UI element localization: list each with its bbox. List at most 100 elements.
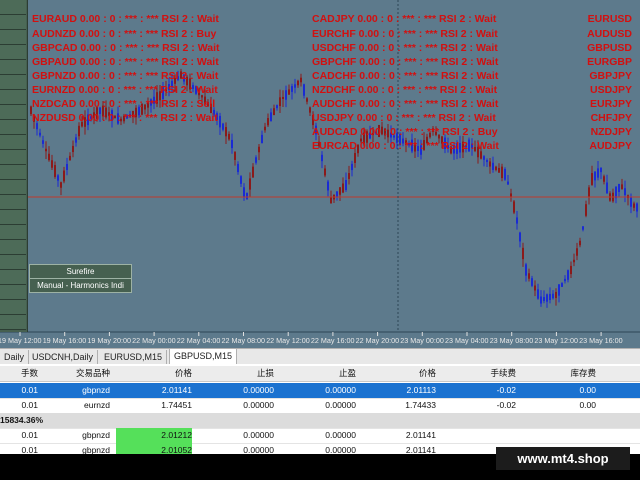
tab-daily[interactable]: Daily	[0, 350, 30, 364]
col-swap[interactable]: 库存费	[520, 366, 596, 381]
candle-body	[564, 278, 566, 282]
col-stoploss[interactable]: 止损	[196, 366, 274, 381]
rsi-signal-gbpjpy: GBPJPY	[589, 70, 632, 82]
price-chart[interactable]: 19 May 12:00 19 May 16:00 19 May 20:00 22 M…	[0, 0, 640, 348]
rsi-signal-eurgbp: EURGBP	[587, 56, 632, 68]
rsi-signal-eurusd: EURUSD	[587, 13, 632, 25]
time-axis-label: 23 May 12:00	[534, 336, 578, 345]
candle-body	[267, 118, 269, 126]
time-axis-label: 23 May 16:00	[579, 336, 623, 345]
rsi-signal-cadchf: CADCHF 0.00 : 0 : *** : *** RSI 2 : Wait	[312, 70, 499, 82]
candle-body	[567, 270, 569, 280]
panel-button[interactable]	[0, 30, 26, 45]
takeprofit-cell: 0.00000	[325, 385, 356, 395]
commission-cell: -0.02	[496, 385, 516, 395]
candle-body	[480, 151, 482, 159]
table-row[interactable]: 0.01 gbpnzd 2.01212 0.00000 0.00000 2.01…	[0, 428, 640, 444]
panel-button[interactable]	[0, 150, 26, 165]
candle-body	[513, 201, 515, 213]
balance-summary-row: 15834.36%	[0, 413, 640, 429]
candle-body	[573, 259, 575, 263]
col-symbol[interactable]: 交易品种	[40, 366, 110, 381]
summary-percent: 15834.36%	[0, 415, 44, 425]
panel-button[interactable]	[0, 120, 26, 135]
candle-body	[549, 293, 551, 301]
candle-body	[258, 146, 260, 153]
col-current-price[interactable]: 价格	[358, 366, 436, 381]
panel-button[interactable]	[0, 315, 26, 330]
rsi-signal-gbpusd: GBPUSD	[587, 42, 632, 54]
table-row[interactable]: 0.01 gbpnzd 2.01141 0.00000 0.00000 2.01…	[0, 383, 640, 399]
symbol-cell: eurnzd	[84, 400, 110, 410]
candle-body	[552, 293, 554, 299]
tab-eurusd-m15[interactable]: EURUSD,M15	[100, 350, 168, 364]
candle-body	[306, 98, 308, 102]
candle-body	[45, 148, 47, 152]
candle-body	[324, 168, 326, 176]
time-axis-label: 22 May 04:00	[177, 336, 221, 345]
candle-body	[60, 182, 62, 188]
panel-button[interactable]	[0, 195, 26, 210]
panel-button[interactable]	[0, 60, 26, 75]
col-takeprofit[interactable]: 止盈	[278, 366, 356, 381]
takeprofit-cell: 0.00000	[325, 430, 356, 440]
lots-cell: 0.01	[21, 385, 38, 395]
chart-tab-bar: Daily USDCNH,Daily EURUSD,M15 GBPUSD,M15	[0, 348, 640, 365]
panel-button[interactable]	[0, 90, 26, 105]
price-cell: 1.74451	[161, 400, 192, 410]
panel-button[interactable]	[0, 225, 26, 240]
panel-button[interactable]	[0, 45, 26, 60]
panel-button[interactable]	[0, 0, 26, 15]
rsi-signal-gbpcad: GBPCAD 0.00 : 0 : *** : *** RSI 2 : Wait	[32, 42, 220, 54]
rsi-signal-eurcad: EURCAD 0.00 : 0 : *** : *** RSI 2 : Wait	[312, 140, 499, 152]
col-price[interactable]: 价格	[112, 366, 192, 381]
rsi-signal-audchf: AUDCHF 0.00 : 0 : *** : *** RSI 2 : Wait	[312, 98, 499, 110]
col-commission[interactable]: 手续费	[440, 366, 516, 381]
panel-button[interactable]	[0, 75, 26, 90]
rsi-signal-eurchf: EURCHF 0.00 : 0 : *** : *** RSI 2 : Wait	[312, 28, 498, 40]
panel-button[interactable]	[0, 285, 26, 300]
time-axis-label: 23 May 04:00	[445, 336, 489, 345]
left-button-panel	[0, 0, 28, 332]
rsi-signal-gbpaud: GBPAUD 0.00 : 0 : *** : *** RSI 2 : Wait	[32, 56, 219, 68]
table-row[interactable]: 0.01 eurnzd 1.74451 0.00000 0.00000 1.74…	[0, 398, 640, 414]
panel-button[interactable]	[0, 165, 26, 180]
candle-body	[222, 123, 224, 130]
candle-body	[507, 181, 509, 185]
candle-body	[486, 159, 488, 163]
rsi-signal-usdjpy-right: USDJPY	[589, 84, 632, 96]
candle-body	[348, 173, 350, 179]
panel-button[interactable]	[0, 210, 26, 225]
trade-terminal: 手数 交易品种 价格 止损 止盈 价格 手续费 库存费 0.01 gbpnzd …	[0, 364, 640, 459]
harmonics-indicator-button[interactable]: Manual - Harmonics Indi	[29, 278, 132, 293]
panel-button[interactable]	[0, 15, 26, 30]
candle-body	[600, 167, 602, 173]
candle-body	[522, 247, 524, 260]
panel-button[interactable]	[0, 180, 26, 195]
stoploss-cell: 0.00000	[243, 400, 274, 410]
symbol-cell: gbpnzd	[82, 385, 110, 395]
candle-body	[510, 193, 512, 197]
candle-body	[36, 123, 38, 130]
candle-body	[537, 289, 539, 299]
panel-button[interactable]	[0, 300, 26, 315]
panel-button[interactable]	[0, 270, 26, 285]
panel-button[interactable]	[0, 135, 26, 150]
rsi-signal-audcad: AUDCAD 0.00 : 0 : *** : *** RSI 2 : Buy	[312, 126, 498, 138]
rsi-signal-cadjpy: CADJPY 0.00 : 0 : *** : *** RSI 2 : Wait	[312, 13, 497, 25]
stoploss-cell: 0.00000	[243, 430, 274, 440]
panel-button[interactable]	[0, 255, 26, 270]
panel-button[interactable]	[0, 240, 26, 255]
candle-body	[63, 170, 65, 182]
candle-body	[543, 297, 545, 301]
tab-gbpusd-m15[interactable]: GBPUSD,M15	[169, 349, 238, 365]
candle-body	[531, 278, 533, 286]
candle-body	[276, 105, 278, 109]
candle-body	[255, 157, 257, 163]
current-price-cell: 1.74433	[405, 400, 436, 410]
panel-button[interactable]	[0, 105, 26, 120]
tab-usdcnh-daily[interactable]: USDCNH,Daily	[28, 350, 99, 364]
col-lots[interactable]: 手数	[0, 366, 38, 381]
candle-body	[246, 193, 248, 199]
surefire-button[interactable]: Surefire	[29, 264, 132, 279]
